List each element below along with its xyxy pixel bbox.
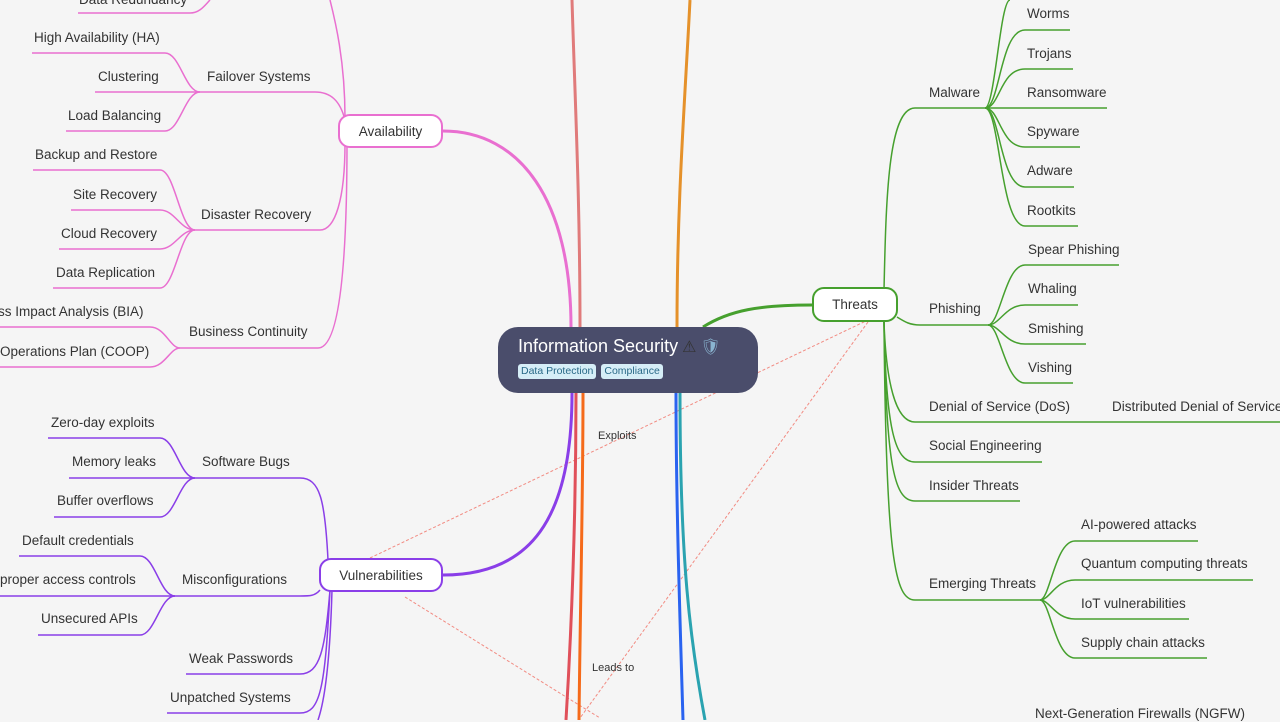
leaf-zero-day[interactable]: Zero-day exploits bbox=[51, 415, 155, 431]
leaf-ddos[interactable]: Distributed Denial of Service bbox=[1112, 399, 1280, 415]
tag-data-protection[interactable]: Data Protection bbox=[518, 364, 597, 379]
subtopic-insider-threats[interactable]: Insider Threats bbox=[929, 478, 1019, 494]
leaf-cloud-recovery[interactable]: Cloud Recovery bbox=[61, 226, 157, 242]
subtopic-dos[interactable]: Denial of Service (DoS) bbox=[929, 399, 1070, 415]
topic-threats[interactable]: Threats bbox=[812, 287, 898, 322]
leaf-rootkits[interactable]: Rootkits bbox=[1027, 203, 1076, 219]
topic-label: Availability bbox=[358, 123, 423, 139]
branch-line-vulnerabilities bbox=[442, 392, 574, 577]
warning-icon: ⚠ bbox=[682, 338, 697, 356]
leaf-spyware[interactable]: Spyware bbox=[1027, 124, 1080, 140]
topic-availability[interactable]: Availability bbox=[338, 114, 443, 148]
tag-compliance[interactable]: Compliance bbox=[601, 364, 663, 379]
subtopic-social-engineering[interactable]: Social Engineering bbox=[929, 438, 1042, 454]
leaf-quantum-threats[interactable]: Quantum computing threats bbox=[1081, 556, 1248, 572]
leaf-load-balancing[interactable]: Load Balancing bbox=[68, 108, 161, 124]
subtopic-failover-systems[interactable]: Failover Systems bbox=[207, 69, 311, 85]
subtopic-data-redundancy[interactable]: Data Redundancy bbox=[79, 0, 187, 8]
subtopic-phishing[interactable]: Phishing bbox=[929, 301, 981, 317]
leaf-bia[interactable]: ss Impact Analysis (BIA) bbox=[0, 304, 144, 320]
leaf-backup-restore[interactable]: Backup and Restore bbox=[35, 147, 157, 163]
branch-line-bottom-red bbox=[564, 392, 578, 720]
leaf-whaling[interactable]: Whaling bbox=[1028, 281, 1077, 297]
leaf-memory-leaks[interactable]: Memory leaks bbox=[72, 454, 156, 470]
subtopic-emerging-threats[interactable]: Emerging Threats bbox=[929, 576, 1036, 592]
subtopic-disaster-recovery[interactable]: Disaster Recovery bbox=[201, 207, 311, 223]
topic-label: Threats bbox=[832, 297, 878, 312]
branch-line-bottom-orange bbox=[577, 392, 585, 720]
leaf-supply-chain[interactable]: Supply chain attacks bbox=[1081, 635, 1205, 651]
relationship-label-leads-to[interactable]: Leads to bbox=[592, 662, 634, 674]
topic-label: Vulnerabilities bbox=[339, 567, 423, 583]
subtopic-business-continuity[interactable]: Business Continuity bbox=[189, 324, 308, 340]
relationship-label-exploits[interactable]: Exploits bbox=[598, 430, 637, 442]
leaf-adware[interactable]: Adware bbox=[1027, 163, 1073, 179]
branch-line-top-red bbox=[570, 0, 582, 328]
branch-line-bottom-teal bbox=[678, 392, 707, 720]
leaf-iot-vulnerabilities[interactable]: IoT vulnerabilities bbox=[1081, 596, 1186, 612]
leaf-default-credentials[interactable]: Default credentials bbox=[22, 533, 134, 549]
subtopic-software-bugs[interactable]: Software Bugs bbox=[202, 454, 290, 470]
root-topic[interactable]: Information Security ⚠ 🛡 Data Protection… bbox=[498, 327, 758, 393]
subtopic-misconfigurations[interactable]: Misconfigurations bbox=[182, 572, 287, 588]
subtopic-unpatched-systems[interactable]: Unpatched Systems bbox=[170, 690, 291, 706]
leaf-data-replication[interactable]: Data Replication bbox=[56, 265, 155, 281]
leaf-smishing[interactable]: Smishing bbox=[1028, 321, 1084, 337]
topic-vulnerabilities[interactable]: Vulnerabilities bbox=[319, 558, 443, 592]
leaf-vishing[interactable]: Vishing bbox=[1028, 360, 1072, 376]
leaf-trojans[interactable]: Trojans bbox=[1027, 46, 1072, 62]
leaf-site-recovery[interactable]: Site Recovery bbox=[73, 187, 157, 203]
leaf-ai-attacks[interactable]: AI-powered attacks bbox=[1081, 517, 1197, 533]
leaf-spear-phishing[interactable]: Spear Phishing bbox=[1028, 242, 1120, 258]
branch-line-availability bbox=[442, 129, 573, 328]
branch-line-top-orange bbox=[675, 0, 692, 328]
leaf-ransomware[interactable]: Ransomware bbox=[1027, 85, 1107, 101]
subtopic-weak-passwords[interactable]: Weak Passwords bbox=[189, 651, 293, 667]
branch-line-threats bbox=[702, 303, 813, 329]
leaf-clustering[interactable]: Clustering bbox=[98, 69, 159, 85]
leaf-coop[interactable]: Operations Plan (COOP) bbox=[0, 344, 149, 360]
root-title: Information Security bbox=[518, 336, 679, 356]
leaf-access-controls[interactable]: proper access controls bbox=[0, 572, 136, 588]
leaf-high-availability[interactable]: High Availability (HA) bbox=[34, 30, 160, 46]
shield-icon: 🛡 bbox=[700, 338, 721, 356]
leaf-buffer-overflows[interactable]: Buffer overflows bbox=[57, 493, 154, 509]
leaf-unsecured-apis[interactable]: Unsecured APIs bbox=[41, 611, 138, 627]
subtopic-malware[interactable]: Malware bbox=[929, 85, 980, 101]
leaf-worms[interactable]: Worms bbox=[1027, 6, 1070, 22]
